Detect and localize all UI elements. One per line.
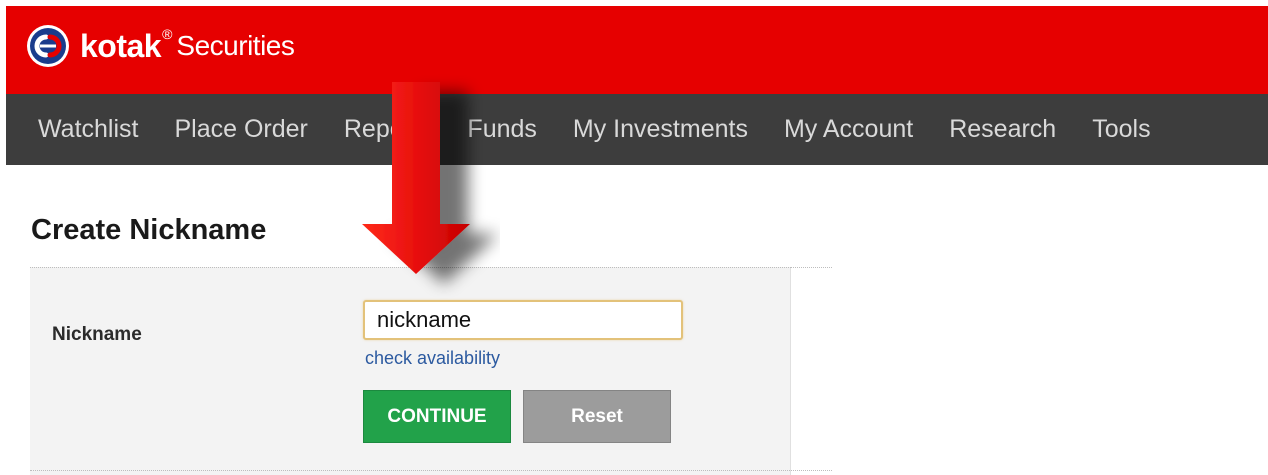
nickname-form (30, 267, 791, 475)
nav-item-watchlist[interactable]: Watchlist (38, 115, 138, 144)
site-header: kotak ® Securities (6, 6, 1268, 94)
nav-item-research[interactable]: Research (949, 115, 1056, 144)
nav-item-tools[interactable]: Tools (1092, 115, 1150, 144)
continue-button[interactable]: CONTINUE (363, 390, 511, 443)
nav-item-reports[interactable]: Reports (344, 115, 432, 144)
nav-item-place-order[interactable]: Place Order (174, 115, 307, 144)
nickname-input[interactable] (363, 300, 683, 340)
brand-suffix: Securities (176, 30, 295, 61)
reset-button[interactable]: Reset (523, 390, 671, 443)
nav-item-my-investments[interactable]: My Investments (573, 115, 748, 144)
main-nav: Watchlist Place Order Reports Funds My I… (6, 94, 1268, 165)
form-bottom-divider (30, 470, 832, 471)
nav-item-my-account[interactable]: My Account (784, 115, 913, 144)
nickname-label: Nickname (52, 324, 142, 345)
kotak-logo[interactable]: kotak ® Securities (26, 24, 295, 68)
page: kotak ® Securities Watchlist Place Order… (0, 0, 1268, 475)
brand-registered-mark: ® (162, 26, 173, 42)
nav-list: Watchlist Place Order Reports Funds My I… (6, 94, 1268, 165)
page-title: Create Nickname (31, 214, 267, 246)
form-divider (790, 267, 832, 268)
nav-item-funds[interactable]: Funds (467, 115, 536, 144)
brand-name: kotak (80, 27, 162, 64)
check-availability-link[interactable]: check availability (365, 348, 500, 369)
kotak-logo-icon (27, 25, 69, 67)
